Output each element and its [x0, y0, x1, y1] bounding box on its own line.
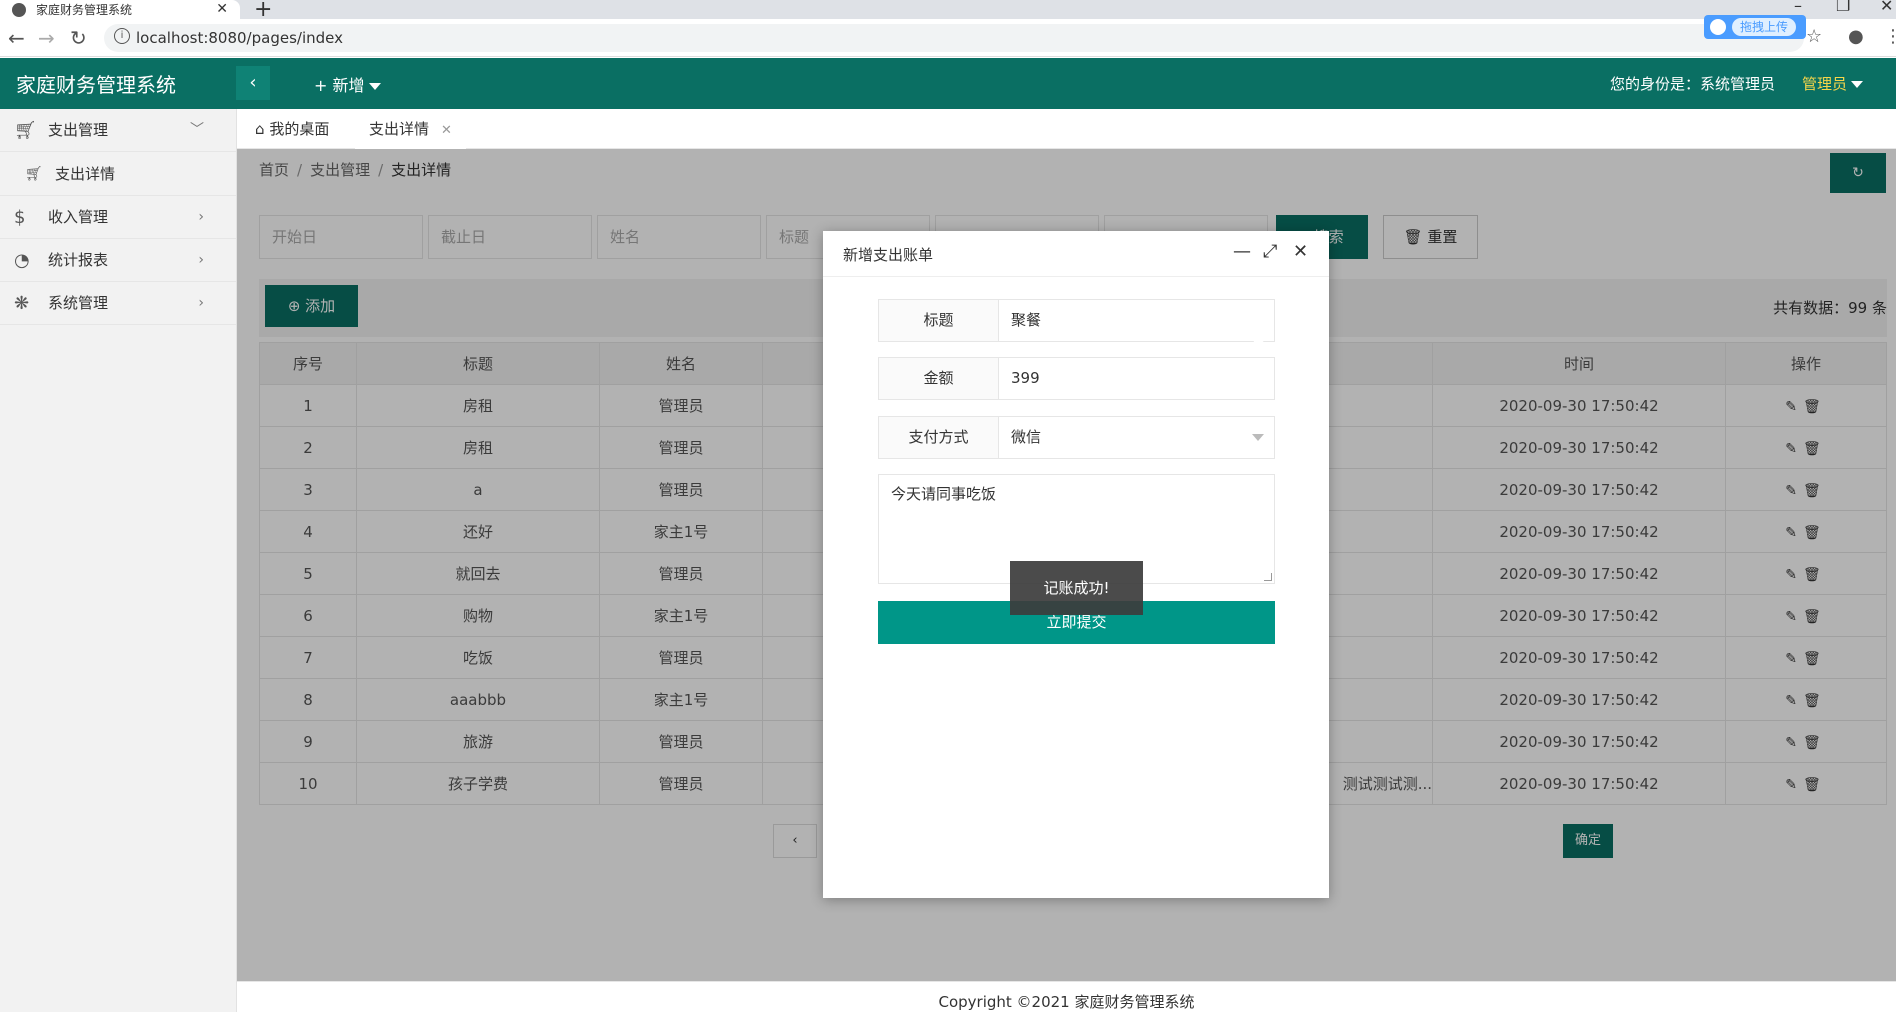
amount-field: 金额 399	[878, 357, 1275, 400]
close-icon[interactable]: ✕	[1293, 241, 1308, 262]
app-header: 家庭财务管理系统 ‹ + 新增 您的身份是：系统管理员 管理员	[0, 58, 1896, 109]
restore-window-icon[interactable]: ❐	[1836, 0, 1850, 15]
note-text: 今天请同事吃饭	[891, 485, 997, 503]
sidebar-item-label: 统计报表	[48, 251, 109, 269]
chevron-right-icon: ›	[198, 252, 204, 268]
browser-tabbar: 家庭财务管理系统 ✕ + – ❐ ✕	[0, 0, 1896, 22]
caret-down-icon	[368, 83, 381, 90]
browser-tab[interactable]: 家庭财务管理系统 ✕	[0, 0, 240, 19]
sidebar-item-label: 支出管理	[48, 121, 109, 139]
field-label: 支付方式	[879, 417, 999, 458]
page-tabs: ⌂ 我的桌面 支出详情 ✕	[237, 109, 1896, 149]
sidebar-item-system[interactable]: ❋ 系统管理 ›	[0, 282, 236, 325]
settings-icon: ❋	[14, 293, 30, 314]
amount-input[interactable]: 399	[1011, 358, 1040, 399]
payment-select[interactable]: 微信	[1011, 417, 1041, 458]
cloud-icon	[1710, 19, 1726, 35]
title-input[interactable]: 聚餐	[1011, 300, 1041, 341]
favicon-icon	[12, 2, 26, 17]
chart-icon: ◔	[14, 250, 30, 271]
sidebar-item-reports[interactable]: ◔ 统计报表 ›	[0, 239, 236, 282]
sidebar-item-income[interactable]: $ 收入管理 ›	[0, 196, 236, 239]
info-icon[interactable]: i	[114, 28, 130, 44]
resize-handle[interactable]	[1264, 573, 1272, 581]
chevron-down-icon: ﹀	[190, 122, 204, 138]
close-tab-icon[interactable]: ✕	[441, 123, 452, 138]
cart-icon: 🛒︎	[25, 166, 43, 182]
tab-expense-detail[interactable]: 支出详情 ✕	[355, 109, 466, 149]
caret-down-icon	[1851, 81, 1864, 88]
field-label: 标题	[879, 300, 999, 341]
chevron-right-icon: ›	[198, 209, 204, 225]
footer: Copyright ©2021 家庭财务管理系统	[237, 981, 1896, 1012]
sidebar-item-label: 系统管理	[48, 294, 109, 312]
reload-icon[interactable]: ↻	[70, 26, 87, 50]
back-icon[interactable]: ←	[8, 26, 25, 50]
payment-field: 支付方式 微信	[878, 416, 1275, 459]
new-menu[interactable]: + 新增	[314, 72, 381, 96]
url-box[interactable]: i localhost:8080/pages/index	[104, 24, 1804, 52]
forward-icon[interactable]: →	[38, 26, 55, 50]
sidebar-item-label: 收入管理	[48, 208, 109, 226]
identity-label: 您的身份是：系统管理员	[1610, 75, 1776, 93]
menu-kebab-icon[interactable]: ⋮	[1884, 26, 1896, 47]
address-bar: ← → ↻ i localhost:8080/pages/index ☆ ● ⋮	[0, 19, 1896, 57]
close-window-icon[interactable]: ✕	[1880, 0, 1893, 15]
close-tab-icon[interactable]: ✕	[216, 0, 228, 19]
browser-tab-title: 家庭财务管理系统	[36, 3, 133, 17]
cart-icon: 🛒︎	[14, 120, 37, 141]
chevron-right-icon: ›	[198, 295, 204, 311]
tab-label: 我的桌面	[269, 120, 330, 138]
profile-icon[interactable]: ●	[1848, 26, 1864, 47]
new-menu-label: + 新增	[314, 76, 365, 95]
upload-label: 拖拽上传	[1732, 18, 1797, 36]
upload-badge[interactable]: 拖拽上传	[1704, 15, 1806, 39]
title-field: 标题 聚餐	[878, 299, 1275, 342]
sidebar: 🛒︎ 支出管理 ﹀ 🛒︎ 支出详情 $ 收入管理 › ◔ 统计报表 › ❋ 系统…	[0, 109, 237, 1012]
tab-desktop[interactable]: ⌂ 我的桌面	[255, 109, 329, 149]
minimize-icon[interactable]: —	[1233, 241, 1251, 262]
home-icon: ⌂	[255, 120, 265, 138]
success-toast: 记账成功!	[1010, 561, 1143, 615]
caret-down-icon	[1252, 434, 1264, 441]
role-label: 管理员	[1802, 75, 1848, 93]
url-text[interactable]: localhost:8080/pages/index	[136, 29, 343, 47]
maximize-icon[interactable]: ⤢	[1263, 241, 1277, 262]
bookmark-star-icon[interactable]: ☆	[1806, 26, 1822, 47]
sidebar-item-label: 支出详情	[55, 165, 116, 183]
modal-title: 新增支出账单	[843, 246, 934, 264]
minimize-window-icon[interactable]: –	[1794, 0, 1802, 15]
dollar-icon: $	[14, 207, 26, 228]
sidebar-item-expense-detail[interactable]: 🛒︎ 支出详情	[0, 152, 236, 196]
app-logo: 家庭财务管理系统	[16, 73, 176, 97]
tab-label: 支出详情	[369, 120, 430, 138]
role-menu[interactable]: 管理员	[1802, 73, 1864, 94]
field-label: 金额	[879, 358, 999, 399]
sidebar-item-expense[interactable]: 🛒︎ 支出管理 ﹀	[0, 109, 236, 152]
collapse-sidebar-button[interactable]: ‹	[236, 66, 270, 100]
modal-header: 新增支出账单 — ⤢ ✕	[823, 231, 1329, 277]
